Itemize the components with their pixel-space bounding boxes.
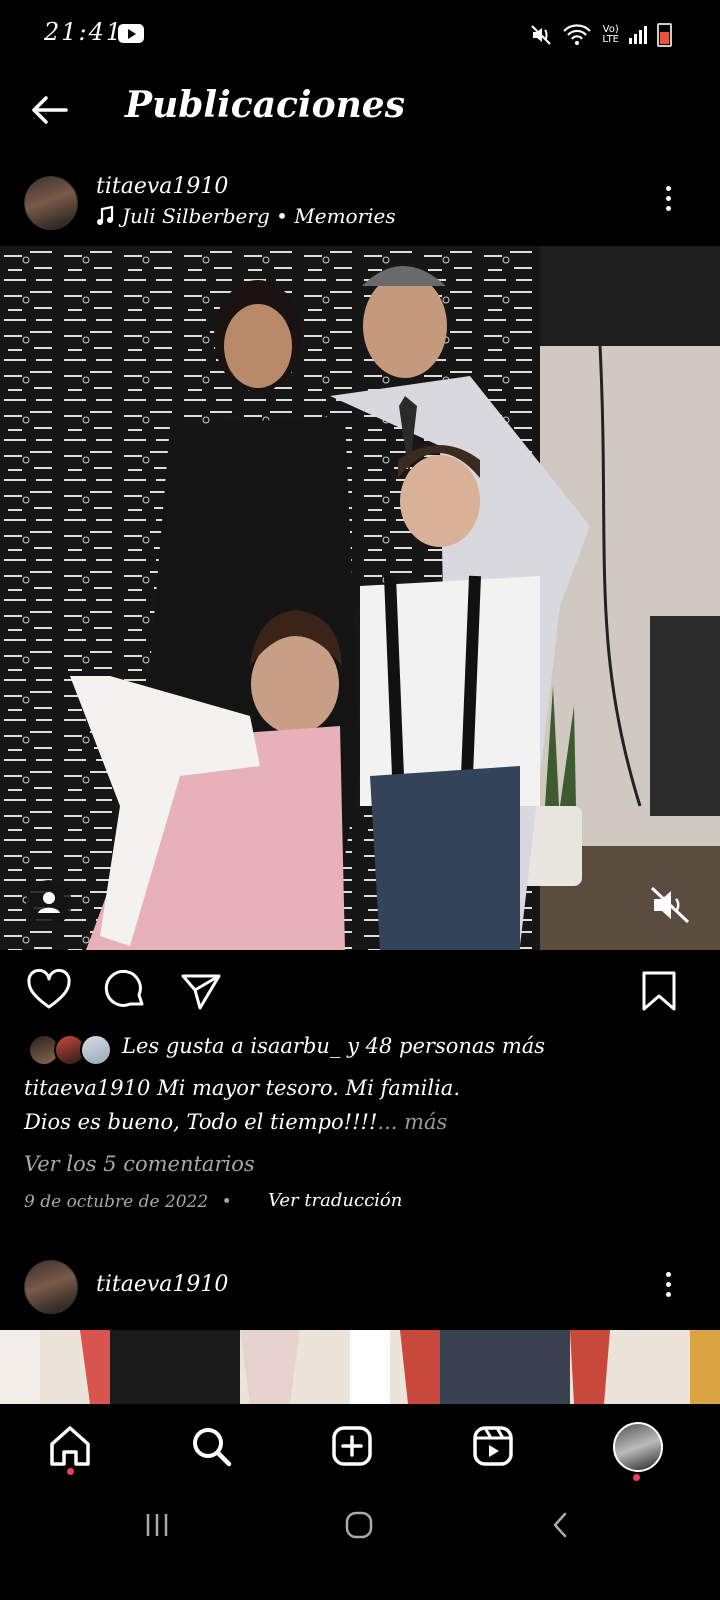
status-icons: Vo) LTE <box>530 20 672 50</box>
muted-speaker-icon[interactable] <box>646 882 694 928</box>
post-photo[interactable] <box>0 246 720 950</box>
likes-summary[interactable]: Les gusta a isaarbu_ y 48 personas más <box>122 1034 545 1058</box>
home-button-icon[interactable] <box>344 1510 374 1540</box>
create-icon[interactable] <box>324 1418 380 1474</box>
signal-icon <box>629 26 647 44</box>
page-title: Publicaciones <box>125 84 405 126</box>
youtube-notification-icon <box>118 24 144 43</box>
caption-more-link[interactable]: ... más <box>377 1110 447 1134</box>
system-navigation-bar <box>0 1488 720 1600</box>
user-tag-icon[interactable] <box>26 880 72 926</box>
post-caption: titaeva1910 Mi mayor tesoro. Mi familia. <box>24 1076 704 1100</box>
music-note-icon <box>97 206 114 225</box>
liker-avatar <box>80 1034 112 1066</box>
send-icon[interactable] <box>178 968 224 1014</box>
mute-vibrate-icon <box>531 25 552 45</box>
profile-icon[interactable] <box>613 1422 663 1472</box>
post-author-avatar[interactable] <box>24 176 78 230</box>
status-bar: 21:41 Vo) LTE <box>0 0 720 70</box>
back-arrow-icon[interactable] <box>26 86 74 134</box>
likers-avatars <box>28 1034 112 1066</box>
next-post-author-avatar[interactable] <box>24 1260 78 1314</box>
caption-username[interactable]: titaeva1910 <box>24 1076 150 1100</box>
next-post-photo[interactable] <box>0 1330 720 1404</box>
status-time: 21:41 <box>44 18 124 46</box>
reels-icon[interactable] <box>465 1418 521 1474</box>
home-icon[interactable] <box>42 1418 98 1474</box>
comment-icon[interactable] <box>102 968 148 1014</box>
view-comments-link[interactable]: Ver los 5 comentarios <box>24 1152 255 1176</box>
post-caption-line2: Dios es bueno, Todo el tiempo!!!!... más <box>24 1110 704 1134</box>
post-author-username[interactable]: titaeva1910 <box>96 174 228 199</box>
wifi-icon <box>563 24 592 45</box>
search-icon[interactable] <box>183 1418 239 1474</box>
profile-notification-dot <box>633 1474 640 1481</box>
next-post-author-username[interactable]: titaeva1910 <box>96 1272 228 1297</box>
home-notification-dot <box>67 1468 74 1475</box>
music-label: Juli Silberberg • Memories <box>122 204 396 228</box>
family-photo-image <box>0 246 720 950</box>
battery-icon <box>657 23 672 47</box>
post-date: 9 de octubre de 2022 • <box>24 1192 232 1212</box>
caption-text-line2: Dios es bueno, Todo el tiempo!!!! <box>24 1110 378 1134</box>
post-music[interactable]: Juli Silberberg • Memories <box>96 204 396 228</box>
next-post-image <box>0 1330 720 1404</box>
recent-apps-icon[interactable] <box>142 1510 172 1540</box>
volte-label: Vo) LTE <box>602 24 619 45</box>
bottom-navigation <box>0 1404 720 1488</box>
see-translation-link[interactable]: Ver traducción <box>268 1190 402 1211</box>
caption-text-line1: Mi mayor tesoro. Mi familia. <box>157 1076 461 1100</box>
more-options-icon[interactable] <box>656 1268 680 1308</box>
heart-icon[interactable] <box>26 968 72 1014</box>
more-options-icon[interactable] <box>656 182 680 222</box>
bookmark-icon[interactable] <box>636 968 682 1014</box>
back-button-icon[interactable] <box>546 1510 576 1540</box>
